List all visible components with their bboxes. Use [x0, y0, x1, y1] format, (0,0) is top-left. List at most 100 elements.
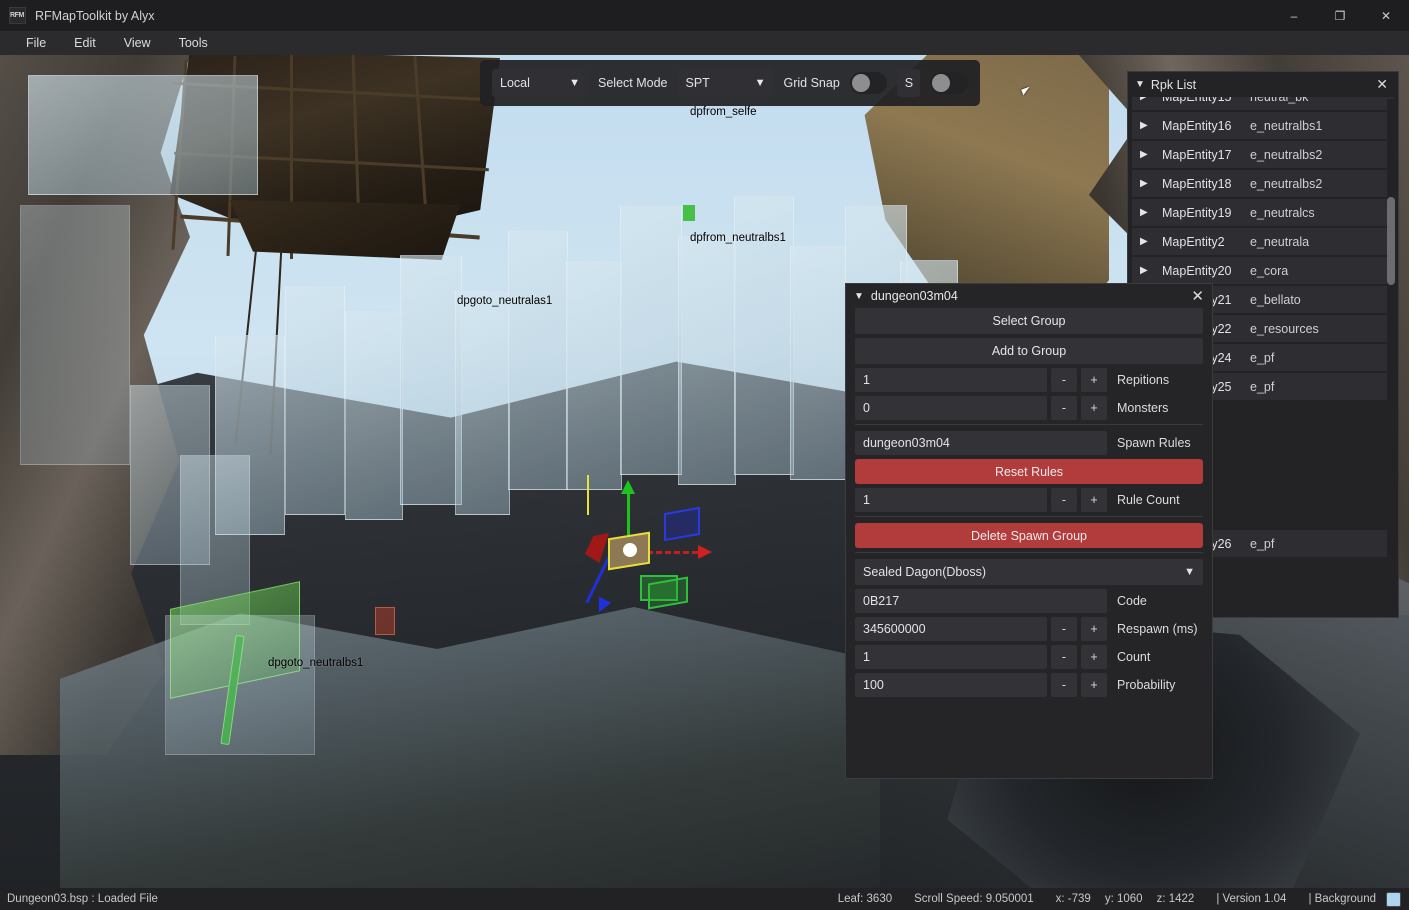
repitions-input[interactable]: 1: [855, 368, 1047, 392]
status-background-label: | Background: [1308, 893, 1376, 905]
menu-item-tools[interactable]: Tools: [167, 33, 220, 53]
expand-triangle-icon[interactable]: ▶: [1140, 207, 1152, 218]
count-increment-button[interactable]: +: [1081, 645, 1107, 669]
toggle-knob: [932, 74, 951, 92]
status-coord-x: x: -739: [1055, 893, 1091, 905]
gizmo-center-handle[interactable]: [623, 543, 637, 557]
rpk-list-header: ▼ Rpk List ✕: [1128, 72, 1398, 97]
gizmo-plane-z[interactable]: [664, 506, 700, 542]
maximize-button[interactable]: ❐: [1317, 0, 1363, 31]
rpk-list-item[interactable]: ▶ MapEntity16 e_neutralbs1: [1132, 112, 1394, 139]
gizmo-plane-y[interactable]: [648, 576, 688, 610]
scrollbar-thumb[interactable]: [1387, 197, 1395, 285]
monsters-increment-button[interactable]: +: [1081, 396, 1107, 420]
select-mode-label: Select Mode: [598, 76, 668, 90]
rpk-entity-name: e_resources: [1250, 321, 1319, 336]
glass-volume: [790, 245, 846, 480]
rpk-entity-id: MapEntity18: [1162, 176, 1232, 191]
expand-triangle-icon[interactable]: ▶: [1140, 149, 1152, 160]
repitions-decrement-button[interactable]: -: [1051, 368, 1077, 392]
gizmo-arrow-z: [592, 596, 612, 616]
count-row: 1 - + Count: [855, 645, 1203, 669]
probability-label: Probability: [1117, 678, 1176, 692]
expand-triangle-icon[interactable]: ▶: [1140, 178, 1152, 189]
add-to-group-button[interactable]: Add to Group: [855, 338, 1203, 364]
snap-s-toggle[interactable]: [930, 72, 968, 94]
delete-spawn-group-button[interactable]: Delete Spawn Group: [855, 523, 1203, 548]
rule-count-increment-button[interactable]: +: [1081, 488, 1107, 512]
respawn-label: Respawn (ms): [1117, 622, 1198, 636]
rpk-entity-name: e_pf: [1250, 379, 1275, 394]
status-file-label: Dungeon03.bsp : Loaded File: [7, 893, 158, 905]
minimize-button[interactable]: –: [1271, 0, 1317, 31]
rpk-list-item[interactable]: ▶ MapEntity20 e_cora: [1132, 257, 1394, 284]
menu-item-file[interactable]: File: [14, 33, 58, 53]
menu-item-view[interactable]: View: [112, 33, 163, 53]
rpk-list-item[interactable]: ▶ MapEntity2 e_neutrala: [1132, 228, 1394, 255]
respawn-decrement-button[interactable]: -: [1051, 617, 1077, 641]
expand-triangle-icon[interactable]: ▶: [1140, 120, 1152, 131]
viewport-toolbar: Local ▼ Select Mode SPT ▼ Grid Snap S: [480, 60, 980, 106]
collapse-triangle-icon[interactable]: ▼: [854, 291, 864, 302]
status-version: | Version 1.04: [1216, 893, 1287, 905]
rpk-entity-name: e_bellato: [1250, 292, 1301, 307]
background-color-swatch[interactable]: [1386, 891, 1401, 907]
glass-volume: [678, 235, 736, 485]
count-input[interactable]: 1: [855, 645, 1047, 669]
rpk-list-item[interactable]: ▶ MapEntity19 e_neutralcs: [1132, 199, 1394, 226]
grid-snap-toggle[interactable]: [849, 72, 888, 94]
status-scroll-speed: Scroll Speed: 9.050001: [914, 893, 1034, 905]
status-coord-z: z: 1422: [1156, 893, 1195, 905]
spawn-rules-input[interactable]: dungeon03m04: [855, 431, 1107, 455]
rpk-list-item[interactable]: ▶ MapEntity17 e_neutralbs2: [1132, 141, 1394, 168]
rpk-list-item[interactable]: ▶ MapEntity15 neutral_bk: [1132, 97, 1394, 110]
expand-triangle-icon[interactable]: ▶: [1140, 236, 1152, 247]
gizmo-arrow-x: [698, 545, 712, 559]
status-background-group: | Background: [1308, 891, 1401, 907]
code-input[interactable]: 0B217: [855, 589, 1107, 613]
rule-count-decrement-button[interactable]: -: [1051, 488, 1077, 512]
code-label: Code: [1117, 594, 1147, 608]
transform-space-dropdown[interactable]: Local ▼: [492, 69, 588, 97]
close-button[interactable]: ✕: [1363, 0, 1409, 31]
count-decrement-button[interactable]: -: [1051, 645, 1077, 669]
rpk-list-scrollbar[interactable]: [1387, 99, 1395, 615]
rpk-list-item[interactable]: ▶ MapEntity18 e_neutralbs2: [1132, 170, 1394, 197]
glass-volume: [345, 310, 403, 520]
glass-volume: [165, 615, 315, 755]
select-mode-dropdown[interactable]: SPT ▼: [677, 69, 774, 97]
divider: [855, 516, 1203, 517]
title-bar: RFM RFMapToolkit by Alyx – ❐ ✕: [0, 0, 1409, 31]
rpk-entity-name: e_cora: [1250, 263, 1289, 278]
chevron-down-icon: ▼: [1184, 566, 1195, 578]
monsters-decrement-button[interactable]: -: [1051, 396, 1077, 420]
expand-triangle-icon[interactable]: ▶: [1140, 97, 1152, 102]
glass-volume: [734, 195, 794, 475]
probability-input[interactable]: 100: [855, 673, 1047, 697]
monsters-input[interactable]: 0: [855, 396, 1047, 420]
spawn-group-dialog: ▼ dungeon03m04 ✕ Select Group Add to Gro…: [845, 283, 1213, 779]
respawn-input[interactable]: 345600000: [855, 617, 1047, 641]
transform-gizmo[interactable]: [585, 475, 750, 630]
window-title: RFMapToolkit by Alyx: [35, 8, 155, 23]
rule-count-row: 1 - + Rule Count: [855, 488, 1203, 512]
select-group-button[interactable]: Select Group: [855, 308, 1203, 334]
snap-s-label: S: [897, 69, 921, 97]
monster-select-dropdown[interactable]: Sealed Dagon(Dboss) ▼: [855, 559, 1203, 585]
probability-increment-button[interactable]: +: [1081, 673, 1107, 697]
collapse-triangle-icon[interactable]: ▼: [1135, 79, 1145, 90]
close-icon[interactable]: ✕: [1373, 76, 1391, 93]
status-bar: Dungeon03.bsp : Loaded File Leaf: 3630 S…: [0, 888, 1409, 910]
rule-count-input[interactable]: 1: [855, 488, 1047, 512]
code-row: 0B217 Code: [855, 589, 1203, 613]
repitions-row: 1 - + Repitions: [855, 368, 1203, 392]
status-coord-y: y: 1060: [1104, 893, 1143, 905]
reset-rules-button[interactable]: Reset Rules: [855, 459, 1203, 484]
expand-triangle-icon[interactable]: ▶: [1140, 265, 1152, 276]
rpk-entity-id: MapEntity20: [1162, 263, 1232, 278]
close-icon[interactable]: ✕: [1191, 287, 1204, 305]
repitions-increment-button[interactable]: +: [1081, 368, 1107, 392]
probability-decrement-button[interactable]: -: [1051, 673, 1077, 697]
menu-item-edit[interactable]: Edit: [62, 33, 108, 53]
respawn-increment-button[interactable]: +: [1081, 617, 1107, 641]
